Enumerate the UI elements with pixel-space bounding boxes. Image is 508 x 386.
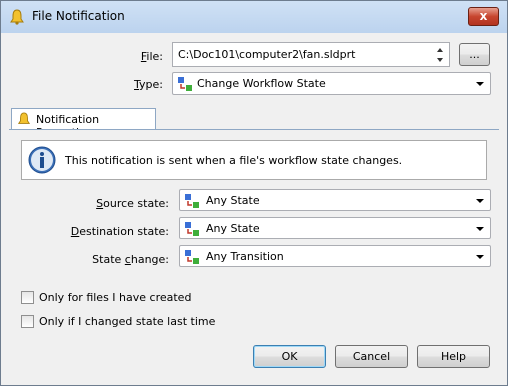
ok-button[interactable]: OK [253,345,326,368]
only-changed-checkbox[interactable] [21,315,34,328]
destination-state-value: Any State [206,222,260,235]
bell-icon [10,9,24,25]
window-title: File Notification [32,9,125,23]
title-bar[interactable]: File Notification x [1,1,507,33]
file-label: File: [140,50,163,63]
only-created-label[interactable]: Only for files I have created [39,291,191,304]
file-path-value: C:\Doc101\computer2\fan.sldprt [178,48,356,61]
source-state-label: Source state: [96,197,169,210]
state-change-label: State change: [92,253,169,266]
close-icon: x [479,9,488,23]
type-label: Type: [134,78,163,91]
chevron-down-icon [476,82,484,86]
source-state-value: Any State [206,194,260,207]
spin-up-icon[interactable] [437,48,443,52]
help-button[interactable]: Help [417,345,490,368]
workflow-transition-icon [185,250,199,264]
tab-notification-properties[interactable]: Notification Properties [11,108,156,139]
file-notification-dialog: File Notification x File: C:\Doc101\comp… [0,0,508,386]
destination-state-dropdown[interactable]: Any State [179,217,491,239]
close-button[interactable]: x [468,7,499,26]
only-created-checkbox[interactable] [21,291,34,304]
chevron-down-icon [476,227,484,231]
browse-button[interactable]: ... [459,43,490,66]
tab-page: This notification is sent when a file's … [9,130,499,338]
file-path-field[interactable]: C:\Doc101\computer2\fan.sldprt [172,42,450,67]
workflow-state-icon [185,194,199,208]
spin-down-icon[interactable] [437,58,443,62]
info-box: This notification is sent when a file's … [21,140,487,180]
info-icon [28,146,56,174]
bell-icon [17,112,31,124]
type-dropdown[interactable]: Change Workflow State [172,72,491,95]
info-message: This notification is sent when a file's … [65,154,403,167]
workflow-state-icon [185,222,199,236]
file-path-spinner[interactable] [433,44,448,66]
workflow-state-icon [178,77,192,91]
source-state-dropdown[interactable]: Any State [179,189,491,211]
type-value: Change Workflow State [197,77,326,90]
destination-state-label: Destination state: [70,225,169,238]
dialog-body: File: C:\Doc101\computer2\fan.sldprt ...… [9,33,499,377]
state-change-dropdown[interactable]: Any Transition [179,245,491,267]
only-changed-label[interactable]: Only if I changed state last time [39,315,215,328]
state-change-value: Any Transition [206,250,284,263]
chevron-down-icon [476,199,484,203]
cancel-button[interactable]: Cancel [335,345,408,368]
chevron-down-icon [476,255,484,259]
